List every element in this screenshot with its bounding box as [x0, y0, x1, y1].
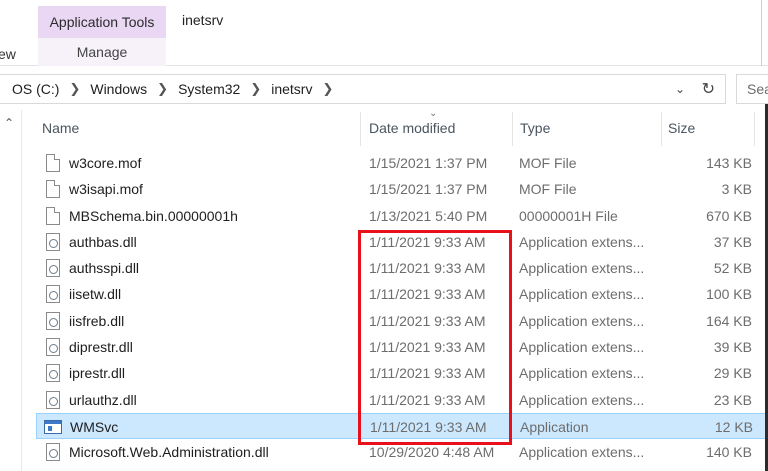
- file-name: iisetw.dll: [69, 286, 122, 303]
- application-icon: [44, 419, 62, 434]
- file-type: Application extens...: [519, 312, 645, 329]
- breadcrumb-inetsrv[interactable]: inetsrv: [269, 81, 314, 97]
- breadcrumb-separator-icon[interactable]: ❯: [314, 81, 341, 97]
- file-name: iprestr.dll: [69, 365, 126, 382]
- file-type: Application extens...: [519, 233, 645, 250]
- refresh-icon[interactable]: ↻: [702, 79, 715, 99]
- file-name: w3core.mof: [69, 155, 142, 171]
- file-row[interactable]: w3core.mof 1/15/2021 1:37 PM MOF File 14…: [36, 150, 768, 176]
- dll-icon: [46, 232, 60, 251]
- file-type: MOF File: [519, 155, 577, 171]
- file-row[interactable]: w3isapi.mof 1/15/2021 1:37 PM MOF File 3…: [36, 176, 768, 202]
- chevron-up-icon[interactable]: ⌃: [4, 116, 14, 130]
- address-box[interactable]: OS (C:) ❯ Windows ❯ System32 ❯ inetsrv ❯…: [0, 74, 726, 104]
- dll-icon: [46, 364, 60, 383]
- file-size: 140 KB: [706, 444, 752, 461]
- file-name: diprestr.dll: [69, 339, 133, 356]
- file-name: Microsoft.Web.Administration.dll: [69, 444, 269, 461]
- file-type: Application extens...: [519, 365, 645, 382]
- breadcrumb-os-c[interactable]: OS (C:): [0, 81, 61, 97]
- file-size: 12 KB: [714, 418, 753, 435]
- file-type: Application: [520, 418, 589, 435]
- address-bar: OS (C:) ❯ Windows ❯ System32 ❯ inetsrv ❯…: [0, 74, 768, 104]
- file-size: 143 KB: [706, 155, 752, 171]
- file-type: Application extens...: [519, 339, 645, 356]
- ribbon-divider: [761, 0, 762, 66]
- application-tools-header: Application Tools: [38, 6, 166, 38]
- file-icon: [46, 206, 60, 225]
- file-date-modified: 1/15/2021 1:37 PM: [369, 181, 488, 198]
- file-size: 52 KB: [713, 260, 752, 277]
- file-name: authbas.dll: [69, 233, 137, 250]
- file-row[interactable]: MBSchema.bin.00000001h 1/13/2021 5:40 PM…: [36, 203, 768, 229]
- column-date-modified[interactable]: Date modified: [363, 110, 511, 146]
- column-divider[interactable]: [360, 112, 361, 146]
- file-size: 39 KB: [713, 339, 752, 356]
- file-size: 670 KB: [706, 207, 752, 224]
- window-title: inetsrv: [182, 12, 224, 28]
- file-name: WMSvc: [70, 418, 119, 435]
- file-size: 100 KB: [706, 286, 752, 303]
- file-name: w3isapi.mof: [69, 181, 143, 198]
- file-type: MOF File: [519, 181, 577, 198]
- column-divider[interactable]: [754, 112, 755, 146]
- dll-icon: [46, 338, 60, 357]
- file-size: 23 KB: [713, 391, 752, 408]
- column-divider[interactable]: [512, 112, 513, 146]
- column-type[interactable]: Type: [514, 110, 660, 146]
- ribbon: ew Application Tools Manage inetsrv: [0, 0, 768, 66]
- tab-manage[interactable]: Manage: [38, 38, 166, 66]
- dll-icon: [46, 259, 60, 278]
- column-header: Name Date modified Type Size: [36, 110, 768, 146]
- file-name: authsspi.dll: [69, 260, 140, 277]
- search-input[interactable]: Sea: [736, 74, 768, 104]
- file-type: Application extens...: [519, 260, 645, 277]
- file-name: iisfreb.dll: [69, 312, 125, 329]
- file-date-modified: 1/13/2021 5:40 PM: [369, 207, 488, 224]
- file-size: 164 KB: [706, 312, 752, 329]
- file-type: Application extens...: [519, 391, 645, 408]
- file-icon: [46, 154, 60, 172]
- breadcrumb-separator-icon[interactable]: ❯: [61, 81, 88, 97]
- chevron-down-icon[interactable]: ⌄: [675, 82, 685, 96]
- application-tools-group: Application Tools Manage: [38, 6, 166, 66]
- breadcrumb-separator-icon[interactable]: ❯: [242, 81, 269, 97]
- column-name[interactable]: Name: [36, 110, 358, 146]
- file-icon: [46, 180, 60, 199]
- navigation-pane[interactable]: ⌃: [0, 110, 22, 471]
- breadcrumb-system32[interactable]: System32: [176, 81, 242, 97]
- dll-icon: [46, 311, 60, 330]
- file-type: Application extens...: [519, 444, 645, 461]
- dll-icon: [46, 390, 60, 409]
- file-type: 00000001H File: [519, 207, 618, 224]
- file-size: 3 KB: [721, 181, 752, 198]
- file-date-modified: 1/15/2021 1:37 PM: [369, 155, 488, 171]
- tab-view[interactable]: ew: [0, 46, 16, 62]
- file-size: 37 KB: [713, 233, 752, 250]
- file-name: MBSchema.bin.00000001h: [69, 207, 238, 224]
- column-size[interactable]: Size: [662, 110, 752, 146]
- file-type: Application extens...: [519, 286, 645, 303]
- file-name: urlauthz.dll: [69, 391, 137, 408]
- breadcrumb-windows[interactable]: Windows: [88, 81, 149, 97]
- dll-icon: [46, 443, 60, 462]
- highlight-box: [358, 230, 512, 445]
- breadcrumb-separator-icon[interactable]: ❯: [149, 81, 176, 97]
- file-size: 29 KB: [713, 365, 752, 382]
- dll-icon: [46, 285, 60, 304]
